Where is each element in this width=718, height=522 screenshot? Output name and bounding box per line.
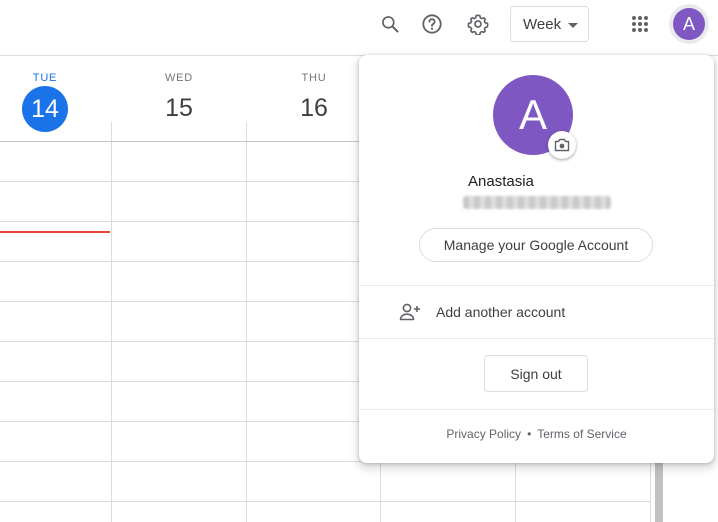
camera-icon xyxy=(554,138,570,152)
grid-hour-line xyxy=(0,461,360,462)
top-bar: Week A xyxy=(0,0,718,56)
grid-column-divider xyxy=(650,460,651,522)
grid-column-divider xyxy=(380,460,381,522)
grid-column-divider xyxy=(515,460,516,522)
grid-hour-line xyxy=(0,261,360,262)
apps-grid-icon[interactable] xyxy=(622,6,658,42)
grid-hour-line xyxy=(0,381,360,382)
grid-hour-line xyxy=(0,221,360,222)
grid-hour-line xyxy=(0,501,650,502)
divider xyxy=(359,338,714,339)
manage-account-button[interactable]: Manage your Google Account xyxy=(419,228,653,262)
person-add-icon xyxy=(399,301,421,323)
grid-header-border xyxy=(0,141,360,142)
grid-hour-line xyxy=(0,341,360,342)
account-avatar-button[interactable]: A xyxy=(669,4,709,44)
change-photo-button[interactable] xyxy=(548,131,576,159)
day-header-tue[interactable]: TUE 14 xyxy=(0,72,90,132)
settings-icon[interactable] xyxy=(460,6,496,42)
caret-down-icon xyxy=(568,23,578,28)
day-header-wed[interactable]: WED 15 xyxy=(134,72,224,128)
account-name: Anastasia xyxy=(468,173,534,190)
grid-hour-line xyxy=(0,181,360,182)
grid-column-divider xyxy=(111,122,112,522)
view-selector[interactable]: Week xyxy=(510,6,589,42)
day-header-thu[interactable]: THU 16 xyxy=(269,72,359,128)
sign-out-button[interactable]: Sign out xyxy=(484,355,588,392)
day-of-week: WED xyxy=(164,72,194,84)
today-date[interactable]: 14 xyxy=(22,86,68,132)
add-account-item[interactable]: Add another account xyxy=(359,286,714,338)
help-icon[interactable] xyxy=(414,6,450,42)
grid-hour-line xyxy=(0,301,360,302)
current-time-indicator xyxy=(0,231,110,233)
grid-column-divider xyxy=(246,122,247,522)
account-popup: A Anastasia Manage your Google Account A… xyxy=(359,55,714,463)
search-icon[interactable] xyxy=(372,6,408,42)
privacy-policy-link[interactable]: Privacy Policy xyxy=(446,427,521,441)
terms-of-service-link[interactable]: Terms of Service xyxy=(537,427,626,441)
day-of-week: TUE xyxy=(32,72,58,84)
view-selector-label: Week xyxy=(523,15,562,33)
account-avatar-initial: A xyxy=(673,8,705,40)
date-number[interactable]: 16 xyxy=(269,88,359,128)
account-email-redacted xyxy=(463,196,611,209)
footer-separator: • xyxy=(527,427,532,441)
date-number[interactable]: 15 xyxy=(134,88,224,128)
popup-footer: Privacy Policy • Terms of Service xyxy=(359,427,714,441)
divider xyxy=(359,409,714,410)
grid-hour-line xyxy=(0,421,360,422)
day-of-week: THU xyxy=(301,72,327,84)
add-account-label: Add another account xyxy=(436,304,566,320)
